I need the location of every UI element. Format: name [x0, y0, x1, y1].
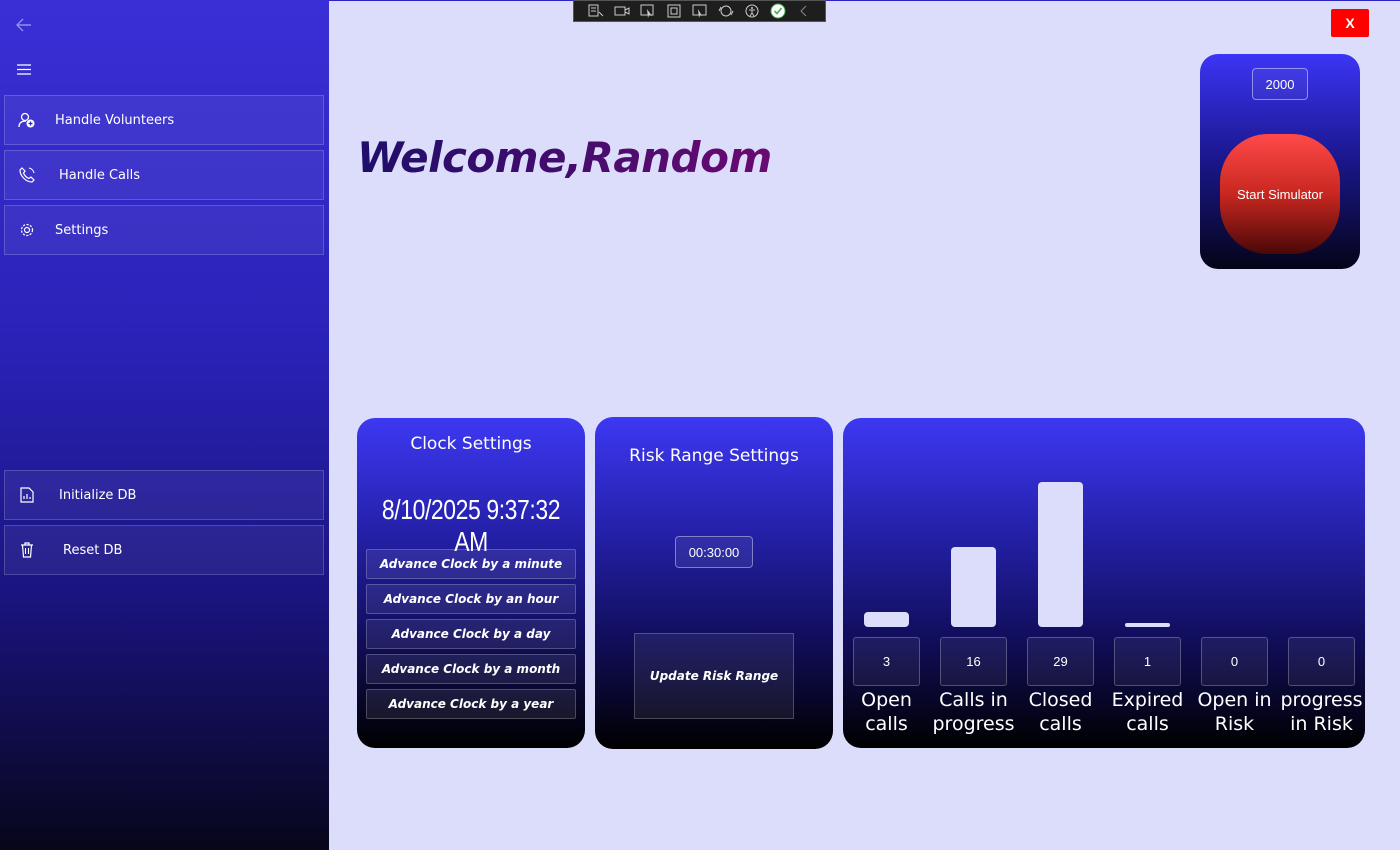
display-layout-adorners-icon[interactable]: [664, 2, 684, 20]
simulator-card: 2000 Start Simulator: [1200, 54, 1360, 269]
stat-label: progress in Risk: [1280, 689, 1363, 735]
risk-range-panel: Risk Range Settings 00:30:00 Update Risk…: [595, 417, 833, 749]
call-stats-panel: 3 Open calls 16 Calls in progress 29 Close…: [843, 418, 1365, 748]
check-ok-icon[interactable]: [768, 2, 788, 20]
live-visual-tree-icon[interactable]: [586, 2, 606, 20]
stat-count: 16: [940, 637, 1007, 686]
stat-calls-in-progress[interactable]: 16 Calls in progress: [930, 418, 1017, 748]
stat-count: 0: [1201, 637, 1268, 686]
risk-range-input[interactable]: 00:30:00: [675, 536, 753, 568]
stat-label: Open calls: [861, 689, 912, 735]
stat-label: Open in Risk: [1197, 689, 1272, 735]
collapse-chevron-icon[interactable]: [794, 2, 814, 20]
sidebar-item-handle-volunteers[interactable]: Handle Volunteers: [4, 95, 324, 145]
stat-count: 0: [1288, 637, 1355, 686]
sidebar: Handle Volunteers Handle Calls Settings …: [0, 0, 329, 850]
sidebar-item-label: Initialize DB: [59, 487, 137, 503]
welcome-title: Welcome,Random: [357, 133, 772, 182]
select-element-icon[interactable]: [638, 2, 658, 20]
simulator-interval-field[interactable]: 2000: [1252, 68, 1308, 100]
document-chart-icon: [5, 487, 49, 503]
track-focused-element-icon[interactable]: [690, 2, 710, 20]
advance-minute-button[interactable]: Advance Clock by a minute: [366, 549, 576, 579]
accessibility-icon[interactable]: [742, 2, 762, 20]
stat-count: 3: [853, 637, 920, 686]
clock-settings-panel: Clock Settings 8/10/2025 9:37:32 AM Adva…: [357, 418, 585, 748]
clock-settings-title: Clock Settings: [410, 434, 532, 454]
sidebar-item-label: Reset DB: [63, 542, 123, 558]
advance-day-button[interactable]: Advance Clock by a day: [366, 619, 576, 649]
sidebar-item-reset-db[interactable]: Reset DB: [4, 525, 324, 575]
stat-expired-calls[interactable]: 1 Expired calls: [1104, 418, 1191, 748]
stat-bar: [864, 612, 909, 627]
back-arrow-icon[interactable]: [12, 15, 36, 35]
stat-bar: [951, 547, 996, 627]
update-risk-range-button[interactable]: Update Risk Range: [634, 633, 794, 719]
stat-count: 29: [1027, 637, 1094, 686]
stat-bar: [1125, 623, 1170, 627]
phone-icon: [5, 167, 49, 183]
start-simulator-button[interactable]: Start Simulator: [1220, 134, 1340, 254]
stat-count: 1: [1114, 637, 1181, 686]
stat-closed-calls[interactable]: 29 Closed calls: [1017, 418, 1104, 748]
add-person-icon: [5, 112, 49, 128]
stat-open-in-risk[interactable]: 0 Open in Risk: [1191, 418, 1278, 748]
debug-toolbar: [573, 0, 826, 22]
trash-icon: [5, 542, 49, 558]
advance-month-button[interactable]: Advance Clock by a month: [366, 654, 576, 684]
advance-hour-button[interactable]: Advance Clock by an hour: [366, 584, 576, 614]
hot-reload-icon[interactable]: [716, 2, 736, 20]
stat-bar: [1038, 482, 1083, 627]
sidebar-item-settings[interactable]: Settings: [4, 205, 324, 255]
video-icon[interactable]: [612, 2, 632, 20]
close-button[interactable]: X: [1331, 9, 1369, 37]
top-border: [329, 0, 1400, 1]
sidebar-item-label: Handle Calls: [59, 167, 141, 183]
stat-open-calls[interactable]: 3 Open calls: [843, 418, 930, 748]
sidebar-item-initialize-db[interactable]: Initialize DB: [4, 470, 324, 520]
stat-label: Expired calls: [1111, 689, 1184, 735]
advance-year-button[interactable]: Advance Clock by a year: [366, 689, 576, 719]
stat-label: Closed calls: [1028, 689, 1093, 735]
stat-label: Calls in progress: [932, 689, 1015, 735]
sidebar-item-label: Settings: [55, 222, 109, 238]
hamburger-menu-icon[interactable]: [12, 59, 36, 79]
sidebar-item-label: Handle Volunteers: [55, 112, 175, 128]
sidebar-item-handle-calls[interactable]: Handle Calls: [4, 150, 324, 200]
stat-progress-in-risk[interactable]: 0 progress in Risk: [1278, 418, 1365, 748]
gear-icon: [5, 222, 49, 238]
risk-range-title: Risk Range Settings: [629, 446, 799, 466]
